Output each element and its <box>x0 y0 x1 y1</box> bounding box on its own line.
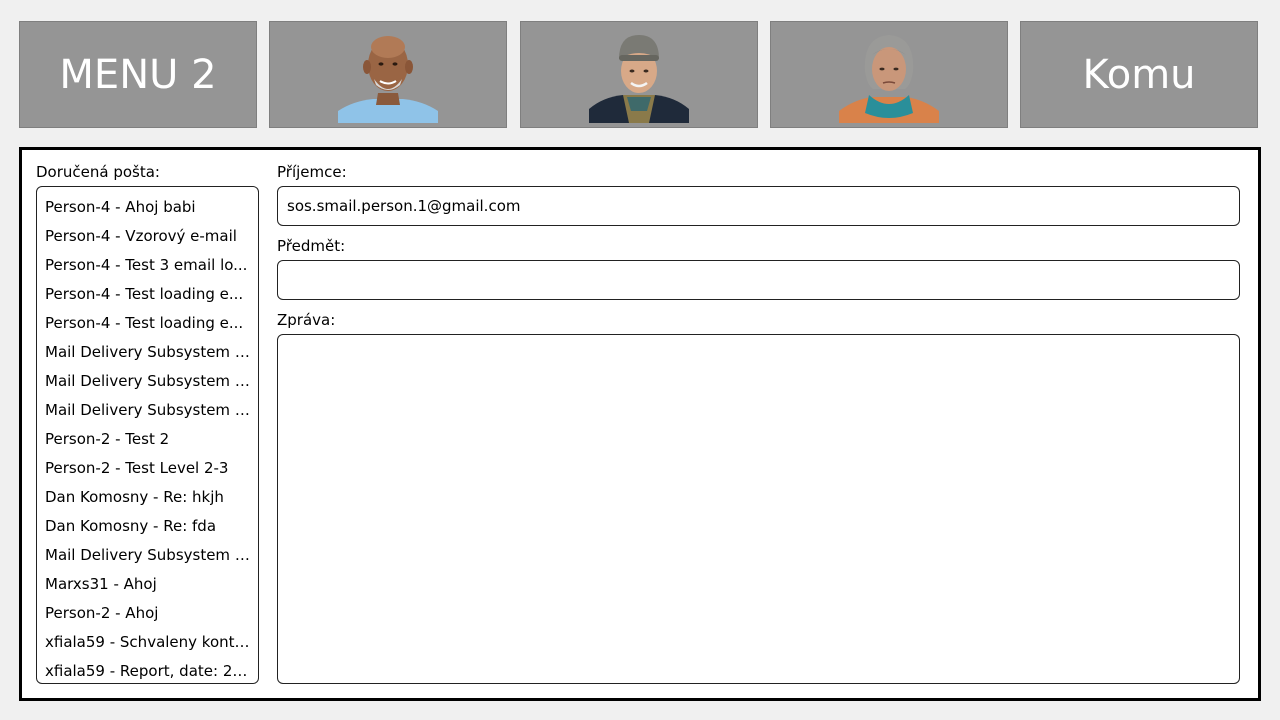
inbox-item[interactable]: xfiala59 - Schvaleny kontakt <box>37 629 258 658</box>
inbox-item[interactable]: xfiala59 - Report, date: 20... <box>37 658 258 683</box>
contact-person-3-button[interactable] <box>770 21 1008 128</box>
recipient-label: Příjemce: <box>277 163 347 181</box>
portrait-bald-man-icon <box>338 36 438 123</box>
recipient-input[interactable] <box>277 186 1240 226</box>
subject-label: Předmět: <box>277 237 346 255</box>
contact-person-1-button[interactable] <box>269 21 507 128</box>
portrait-old-woman-icon <box>839 35 939 123</box>
menu-button-label: MENU 2 <box>59 51 217 98</box>
menu-button[interactable]: MENU 2 <box>19 21 257 128</box>
komu-button[interactable]: Komu <box>1020 21 1258 128</box>
inbox-item[interactable]: Person-2 - Test 2 <box>37 426 258 455</box>
inbox-item[interactable]: Person-4 - Ahoj babi <box>37 194 258 223</box>
mail-panel: Doručená pošta: Person-4 - Ahoj babi Per… <box>19 147 1261 701</box>
inbox-item[interactable]: Dan Komosny - Re: hkjh <box>37 484 258 513</box>
inbox-item[interactable]: Person-4 - Test loading e... <box>37 281 258 310</box>
inbox-item[interactable]: Mail Delivery Subsystem - ... <box>37 397 258 426</box>
subject-input[interactable] <box>277 260 1240 300</box>
message-textarea[interactable] <box>277 334 1240 684</box>
inbox-item[interactable]: Marxs31 - Ahoj <box>37 571 258 600</box>
inbox-item[interactable]: Mail Delivery Subsystem - ... <box>37 339 258 368</box>
komu-button-label: Komu <box>1082 51 1196 98</box>
inbox-title: Doručená pošta: <box>36 163 160 181</box>
inbox-list[interactable]: Person-4 - Ahoj babi Person-4 - Vzorový … <box>36 186 259 684</box>
portrait-old-man-hat-icon <box>589 35 689 123</box>
contact-person-2-button[interactable] <box>520 21 758 128</box>
inbox-item[interactable]: Person-4 - Test loading e... <box>37 310 258 339</box>
inbox-item[interactable]: Person-2 - Test Level 2-3 <box>37 455 258 484</box>
inbox-item[interactable]: Person-4 - Test 3 email lo... <box>37 252 258 281</box>
inbox-items: Person-4 - Ahoj babi Person-4 - Vzorový … <box>37 187 258 683</box>
message-label: Zpráva: <box>277 311 336 329</box>
inbox-item[interactable]: Mail Delivery Subsystem - ... <box>37 368 258 397</box>
top-bar: MENU 2 Komu <box>0 0 1280 140</box>
inbox-item[interactable]: Mail Delivery Subsystem - ... <box>37 542 258 571</box>
inbox-item[interactable]: Person-2 - Ahoj <box>37 600 258 629</box>
inbox-item[interactable]: Dan Komosny - Re: fda <box>37 513 258 542</box>
inbox-item[interactable]: Person-4 - Vzorový e-mail <box>37 223 258 252</box>
